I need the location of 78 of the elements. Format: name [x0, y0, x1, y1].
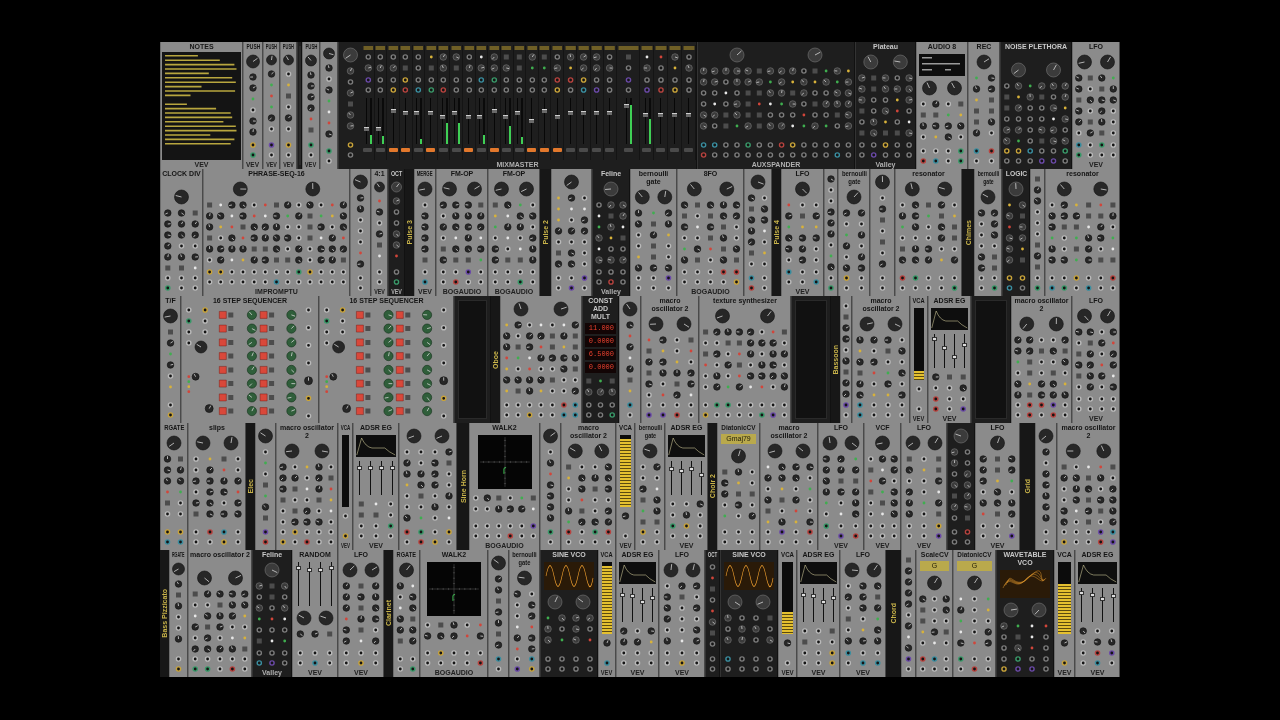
fader-handle[interactable] [452, 110, 458, 115]
fader-handle[interactable] [554, 114, 560, 119]
knobs-and-jacks-drawing [1076, 624, 1119, 668]
slider-handle[interactable] [650, 595, 656, 600]
fader-handle[interactable] [624, 104, 629, 109]
fader-handle[interactable] [580, 110, 586, 115]
fader-handle[interactable] [594, 110, 600, 115]
slider-handle[interactable] [952, 355, 958, 359]
slider-handle[interactable] [931, 337, 937, 341]
slider-handle[interactable] [296, 566, 301, 570]
slider-handle[interactable] [668, 467, 674, 471]
fader-handle[interactable] [515, 110, 521, 115]
fader-handle[interactable] [491, 108, 497, 113]
slider-handle[interactable] [390, 465, 395, 470]
waveform-display-drawing [724, 562, 774, 590]
fader-handle[interactable] [672, 112, 677, 117]
mute-button[interactable] [464, 148, 474, 152]
fader-handle[interactable] [390, 108, 396, 113]
fader-handle[interactable] [466, 114, 472, 119]
mute-button[interactable] [401, 148, 411, 152]
envelope-display-drawing [931, 308, 968, 330]
slider-handle[interactable] [1089, 592, 1095, 597]
slider-track[interactable] [931, 334, 937, 368]
slider-track[interactable] [1078, 588, 1084, 622]
fader-handle[interactable] [567, 110, 573, 115]
slider-handle[interactable] [379, 465, 384, 470]
fader-handle[interactable] [439, 114, 445, 119]
mute-button[interactable] [552, 148, 562, 152]
slider-handle[interactable] [962, 343, 968, 347]
mute-button[interactable] [540, 148, 550, 152]
slider-handle[interactable] [689, 467, 695, 471]
slider-handle[interactable] [629, 594, 635, 598]
level-meter [342, 435, 349, 507]
slider-handle[interactable] [307, 568, 312, 572]
fader-handle[interactable] [686, 112, 691, 117]
device-screen-drawing [919, 54, 965, 76]
slider-handle[interactable] [678, 468, 684, 473]
envelope-display-drawing [800, 562, 837, 584]
slider-handle[interactable] [368, 465, 373, 470]
fader-handle[interactable] [529, 119, 535, 123]
fader-handle[interactable] [658, 112, 663, 117]
fader-handle[interactable] [403, 110, 409, 115]
fader-handle[interactable] [414, 110, 420, 115]
envelope-display-drawing [619, 562, 656, 584]
envelope-display-drawing [668, 435, 705, 457]
mute-button[interactable] [426, 148, 436, 152]
slider-handle[interactable] [800, 592, 806, 597]
envelope-display-drawing [1078, 562, 1117, 584]
mute-button[interactable] [527, 148, 537, 152]
fader-handle[interactable] [477, 114, 483, 119]
fader-handle[interactable] [502, 114, 508, 119]
envelope-display-drawing [356, 435, 396, 457]
fader-handle[interactable] [428, 110, 434, 115]
slider-handle[interactable] [1078, 591, 1084, 595]
knobs-and-jacks-drawing [617, 624, 658, 668]
fader-handle[interactable] [642, 112, 648, 117]
fader-handle[interactable] [542, 108, 548, 113]
fader-handle[interactable] [376, 127, 382, 132]
slider-handle[interactable] [357, 465, 362, 470]
mute-button[interactable] [388, 148, 398, 152]
slider-handle[interactable] [821, 600, 827, 604]
mute-button[interactable] [489, 148, 499, 152]
slider-handle[interactable] [699, 473, 705, 477]
xy-scope-drawing [477, 435, 532, 489]
xy-scope-drawing [427, 562, 481, 616]
slider-handle[interactable] [831, 595, 837, 600]
fader-handle[interactable] [363, 127, 369, 132]
slider-handle[interactable] [1100, 597, 1106, 601]
slider-handle[interactable] [810, 594, 816, 598]
slider-handle[interactable] [329, 566, 334, 570]
slider-handle[interactable] [318, 568, 323, 572]
slider-handle[interactable] [619, 592, 625, 597]
slider-handle[interactable] [1111, 594, 1117, 598]
fader-handle[interactable] [607, 110, 613, 115]
wavetable-display-drawing [1000, 570, 1050, 598]
waveform-display-drawing [544, 562, 594, 590]
slider-handle[interactable] [640, 600, 646, 604]
slider-handle[interactable] [941, 346, 947, 350]
